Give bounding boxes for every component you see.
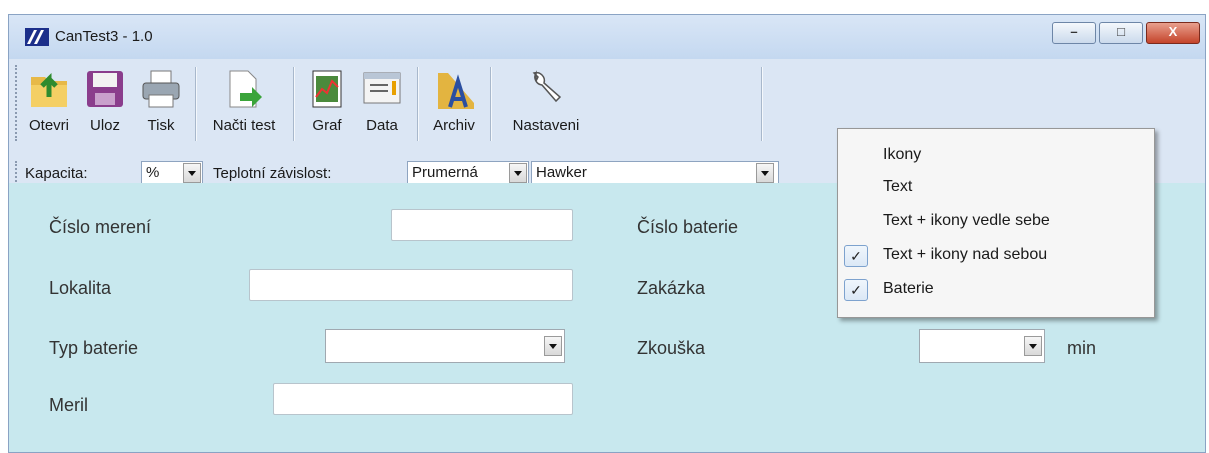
battery-brand-select[interactable]: Hawker <box>531 161 779 185</box>
menu-item-label: Text + ikony nad sebou <box>883 246 1048 263</box>
menu-item-text-icons-side[interactable]: Text + ikony vedle sebe <box>838 205 1154 239</box>
floppy-disk-icon <box>87 71 123 107</box>
minimize-icon: – <box>1070 24 1078 39</box>
printer-icon <box>142 70 180 108</box>
app-logo-icon <box>25 28 49 46</box>
load-test-button-label: Načti test <box>212 117 276 134</box>
chevron-down-icon[interactable] <box>544 336 562 356</box>
location-label: Lokalita <box>49 278 112 298</box>
menu-item-label: Ikony <box>883 146 922 163</box>
battery-type-label: Typ baterie <box>49 338 139 358</box>
data-button-label: Data <box>366 117 398 134</box>
checkmark-icon: ✓ <box>844 279 868 301</box>
data-button[interactable]: Data <box>353 63 411 137</box>
measured-by-input[interactable] <box>273 383 573 415</box>
settings-button-label: Nastaveni <box>512 117 580 134</box>
menu-item-text-icons-above[interactable]: ✓ Text + ikony nad sebou <box>838 239 1154 273</box>
app-window: CanTest3 - 1.0 – □ X Otevri Uloz Tisk Na… <box>8 14 1206 453</box>
menu-item-icons[interactable]: Ikony <box>838 139 1154 173</box>
temperature-dependency-label: Teplotní závislost: <box>213 165 332 182</box>
measurement-number-label: Číslo merení <box>49 217 152 237</box>
temperature-dependency-value: Prumerná <box>412 164 478 181</box>
close-button[interactable]: X <box>1146 22 1200 44</box>
checkmark-icon: ✓ <box>844 245 868 267</box>
toolbar-separator <box>417 67 418 141</box>
toolbar-separator <box>490 67 491 141</box>
measurement-number-input[interactable] <box>391 209 573 241</box>
test-duration-select[interactable] <box>919 329 1045 363</box>
order-label: Zakázka <box>637 278 706 298</box>
maximize-icon: □ <box>1117 24 1125 39</box>
chevron-down-icon[interactable] <box>183 163 201 183</box>
archive-button-label: Archiv <box>433 117 475 134</box>
menu-item-label: Baterie <box>883 280 934 297</box>
capacity-label: Kapacita: <box>25 165 88 182</box>
measured-by-label: Meril <box>49 395 88 415</box>
toolbar-grip[interactable] <box>15 65 20 141</box>
settings-button[interactable]: Nastaveni <box>497 63 595 137</box>
menu-item-text[interactable]: Text <box>838 171 1154 205</box>
import-document-icon <box>229 70 262 108</box>
open-button[interactable]: Otevri <box>21 63 77 137</box>
test-label: Zkouška <box>637 338 706 358</box>
toolbar-separator <box>761 67 762 141</box>
open-button-label: Otevri <box>28 117 69 134</box>
toolbar-separator <box>195 67 196 141</box>
close-icon: X <box>1168 24 1178 39</box>
minimize-button[interactable]: – <box>1052 22 1096 44</box>
toolbar-separator <box>293 67 294 141</box>
capacity-value: % <box>146 164 160 181</box>
battery-brand-value: Hawker <box>536 164 587 181</box>
battery-type-select[interactable] <box>325 329 565 363</box>
data-window-icon <box>363 72 401 104</box>
graph-button-label: Graf <box>312 117 342 134</box>
print-button[interactable]: Tisk <box>133 63 189 137</box>
toolbar-context-menu: Ikony Text Text + ikony vedle sebe ✓ Tex… <box>837 128 1155 318</box>
chevron-down-icon[interactable] <box>509 163 527 183</box>
chevron-down-icon[interactable] <box>756 163 774 183</box>
menu-item-label: Text + ikony vedle sebe <box>883 212 1050 229</box>
graph-button[interactable]: Graf <box>301 63 353 137</box>
capacity-select[interactable]: % <box>141 161 203 185</box>
maximize-button[interactable]: □ <box>1099 22 1143 44</box>
location-input[interactable] <box>249 269 573 301</box>
load-test-button[interactable]: Načti test <box>201 63 287 137</box>
chart-icon <box>312 70 342 108</box>
save-button-label: Uloz <box>89 117 120 134</box>
menu-item-battery[interactable]: ✓ Baterie <box>838 273 1154 307</box>
wrench-icon <box>532 70 562 103</box>
save-button[interactable]: Uloz <box>77 63 133 137</box>
menu-item-label: Text <box>883 178 913 195</box>
title-bar[interactable]: CanTest3 - 1.0 – □ X <box>9 15 1205 59</box>
archive-folder-icon <box>438 73 474 109</box>
window-title: CanTest3 - 1.0 <box>55 28 153 45</box>
test-unit-label: min <box>1067 338 1097 358</box>
temperature-dependency-select[interactable]: Prumerná <box>407 161 529 185</box>
battery-number-label: Číslo baterie <box>637 217 739 237</box>
archive-button[interactable]: Archiv <box>423 63 485 137</box>
toolbar-grip[interactable] <box>15 161 20 185</box>
print-button-label: Tisk <box>147 117 175 134</box>
chevron-down-icon[interactable] <box>1024 336 1042 356</box>
open-folder-icon <box>31 72 67 107</box>
